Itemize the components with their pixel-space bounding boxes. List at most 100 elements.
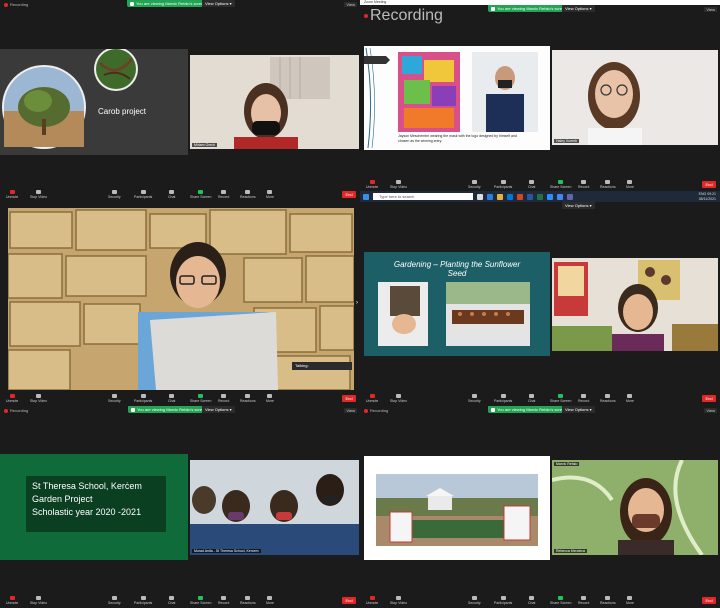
view-options-button[interactable]: View Options ▾ <box>562 406 595 413</box>
share-screen-button[interactable]: Share Screen <box>190 394 211 403</box>
carob-tree-photo <box>2 49 138 149</box>
recording-indicator: Recording <box>364 408 388 413</box>
stop-video-button[interactable]: Stop Video <box>30 596 47 605</box>
share-screen-button[interactable]: Share Screen <box>550 180 571 189</box>
participants-button[interactable]: Participants <box>494 180 512 189</box>
stop-video-button[interactable]: Stop Video <box>390 180 407 189</box>
view-options-button[interactable]: View Options ▾ <box>562 202 595 209</box>
participants-button[interactable]: Participants <box>494 596 512 605</box>
record-button[interactable]: Record <box>218 596 229 605</box>
recording-label: Recording <box>370 408 389 413</box>
stop-video-button[interactable]: Stop Video <box>390 394 407 403</box>
reactions-icon <box>245 394 251 398</box>
shield-icon <box>130 1 134 6</box>
security-button[interactable]: Security <box>468 596 481 605</box>
security-button[interactable]: Security <box>468 180 481 189</box>
view-options-button[interactable]: View Options ▾ <box>562 5 595 12</box>
powerpoint-icon[interactable] <box>517 193 523 200</box>
share-screen-button[interactable]: Share Screen <box>550 596 571 605</box>
record-dot-icon <box>364 14 368 18</box>
unmute-button[interactable]: Unmute <box>366 596 378 605</box>
taskbar-search-input[interactable]: Type here to search <box>373 193 473 200</box>
participants-button[interactable]: Participants <box>134 596 152 605</box>
next-page-arrow-icon[interactable]: › <box>356 300 358 306</box>
view-options-button[interactable]: View Options ▾ <box>202 0 235 7</box>
reactions-button[interactable]: Reactions <box>600 596 616 605</box>
participants-button[interactable]: Participants <box>134 394 152 403</box>
stop-video-button[interactable]: Stop Video <box>390 596 407 605</box>
mic-icon <box>9 394 15 398</box>
viewing-label: You are viewing Marvic Refalo's screen <box>497 6 567 11</box>
stop-video-button[interactable]: Stop Video <box>30 190 47 199</box>
chrome-icon[interactable] <box>557 193 563 200</box>
word-icon[interactable] <box>527 193 533 200</box>
participants-button[interactable]: Participants <box>494 394 512 403</box>
record-button[interactable]: Record <box>218 394 229 403</box>
share-screen-button[interactable]: Share Screen <box>550 394 571 403</box>
windows-start-icon[interactable] <box>363 193 369 200</box>
share-screen-button[interactable]: Share Screen <box>190 596 211 605</box>
mail-icon[interactable] <box>507 193 513 200</box>
record-button[interactable]: Record <box>578 180 589 189</box>
chat-button[interactable]: Chat <box>168 190 175 199</box>
record-dot-icon <box>364 408 368 413</box>
zoom-icon[interactable] <box>547 193 553 200</box>
more-button[interactable]: More <box>626 180 634 189</box>
security-button[interactable]: Security <box>108 190 121 199</box>
excel-icon[interactable] <box>537 193 543 200</box>
security-button[interactable]: Security <box>108 394 121 403</box>
end-meeting-button[interactable]: End <box>342 191 356 198</box>
reactions-button[interactable]: Reactions <box>600 394 616 403</box>
more-button[interactable]: More <box>626 596 634 605</box>
record-button[interactable]: Record <box>578 394 589 403</box>
view-button[interactable]: View <box>704 408 717 413</box>
reactions-button[interactable]: Reactions <box>600 180 616 189</box>
chat-button[interactable]: Chat <box>168 394 175 403</box>
participants-icon <box>500 596 506 600</box>
meeting-top-bar: Recording You are viewing Marvic Refalo'… <box>360 406 720 416</box>
end-meeting-button[interactable]: End <box>702 181 716 188</box>
view-button[interactable]: View <box>344 2 357 7</box>
more-button[interactable]: More <box>626 394 634 403</box>
more-button[interactable]: More <box>266 394 274 403</box>
meeting-toolbar: Unmute Stop Video Security Participants … <box>0 188 360 202</box>
security-button[interactable]: Security <box>108 596 121 605</box>
unmute-button[interactable]: Unmute <box>366 394 378 403</box>
teams-icon[interactable] <box>567 193 573 200</box>
end-meeting-button[interactable]: End <box>342 395 356 402</box>
stop-video-button[interactable]: Stop Video <box>30 394 47 403</box>
chat-button[interactable]: Chat <box>168 596 175 605</box>
shared-slide-carob: Carob project <box>0 49 188 155</box>
reactions-button[interactable]: Reactions <box>240 394 256 403</box>
end-meeting-button[interactable]: End <box>702 395 716 402</box>
chat-button[interactable]: Chat <box>528 596 535 605</box>
participants-icon <box>140 190 146 194</box>
chat-button[interactable]: Chat <box>528 394 535 403</box>
reactions-button[interactable]: Reactions <box>240 190 256 199</box>
participant-name-tag: Murad Anita - St Theresa School, Kercem <box>192 549 261 553</box>
record-button[interactable]: Record <box>578 596 589 605</box>
end-meeting-button[interactable]: End <box>702 597 716 604</box>
more-button[interactable]: More <box>266 190 274 199</box>
unmute-button[interactable]: Unmute <box>6 596 18 605</box>
file-explorer-icon[interactable] <box>497 193 503 200</box>
end-meeting-button[interactable]: End <box>342 597 356 604</box>
participants-icon <box>500 394 506 398</box>
more-button[interactable]: More <box>266 596 274 605</box>
meeting-toolbar: Unmute Stop Video Security Participants … <box>360 594 720 608</box>
share-screen-button[interactable]: Share Screen <box>190 190 211 199</box>
share-icon <box>198 596 204 600</box>
view-options-button[interactable]: View Options ▾ <box>202 406 235 413</box>
edge-icon[interactable] <box>487 193 493 200</box>
unmute-button[interactable]: Unmute <box>6 394 18 403</box>
unmute-button[interactable]: Unmute <box>366 180 378 189</box>
participants-button[interactable]: Participants <box>134 190 152 199</box>
unmute-button[interactable]: Unmute <box>6 190 18 199</box>
security-button[interactable]: Security <box>468 394 481 403</box>
view-button[interactable]: View <box>344 408 357 413</box>
record-button[interactable]: Record <box>218 190 229 199</box>
task-view-icon[interactable] <box>477 193 483 200</box>
chat-button[interactable]: Chat <box>528 180 535 189</box>
view-button[interactable]: View <box>704 7 717 12</box>
reactions-button[interactable]: Reactions <box>240 596 256 605</box>
